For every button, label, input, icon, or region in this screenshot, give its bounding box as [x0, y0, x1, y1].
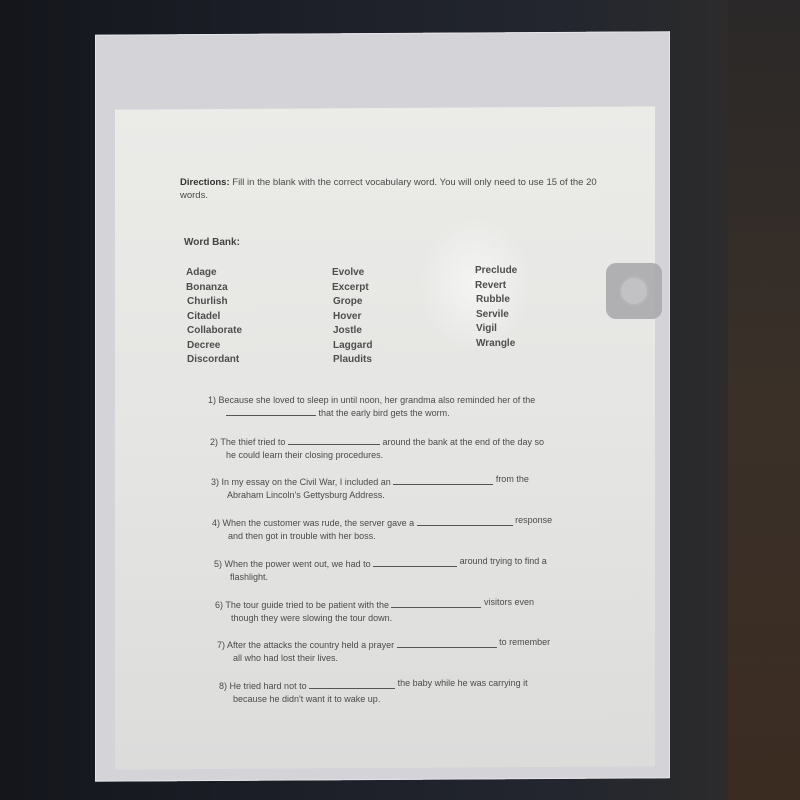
question-text: all who had lost their lives. [233, 653, 339, 663]
answer-blank[interactable] [393, 476, 494, 485]
question-number: 5) [214, 559, 223, 569]
question-number: 4) [212, 518, 221, 528]
question-number: 6) [215, 600, 224, 610]
word-bank-word: Collaborate [187, 325, 243, 336]
word-bank-word: Adage [186, 267, 217, 278]
device-bezel [728, 0, 800, 800]
question-text: to remember [499, 637, 551, 647]
question-text: When the power went out, we had to [224, 559, 371, 569]
question-text: around the bank at the end of the day so [382, 437, 545, 447]
question-3: 3) In my essay on the Civil War, I inclu… [211, 474, 601, 502]
question-text: because he didn't want it to wake up. [233, 694, 381, 704]
word-bank-word: Decree [187, 339, 221, 351]
word-bank-word: Churlish [187, 296, 228, 307]
question-text: The thief tried to [220, 437, 286, 447]
directions-text: Fill in the blank with the correct vocab… [180, 177, 597, 201]
question-text: that the early bird gets the worm. [318, 408, 450, 418]
answer-blank[interactable] [391, 599, 482, 608]
answer-blank[interactable] [309, 680, 396, 689]
word-bank-word: Rubble [476, 294, 510, 305]
directions: Directions: Fill in the blank with the c… [180, 176, 600, 202]
question-text: flashlight. [230, 572, 269, 582]
question-7: 7) After the attacks the country held a … [217, 637, 607, 665]
word-bank-word: Wrangle [476, 337, 516, 349]
question-2: 2) The thief tried to around the bank at… [210, 436, 600, 462]
question-text: from the [495, 474, 529, 484]
question-text: he could learn their closing procedures. [226, 450, 384, 460]
word-bank-word: Plaudits [333, 354, 372, 365]
question-text: When the customer was rude, the server g… [222, 518, 415, 528]
directions-label: Directions: [180, 177, 230, 188]
question-number: 7) [217, 640, 226, 650]
question-text: and then got in trouble with her boss. [228, 531, 376, 541]
question-6: 6) The tour guide tried to be patient wi… [215, 597, 605, 625]
word-bank-word: Hover [333, 310, 362, 322]
word-bank-word: Citadel [187, 310, 221, 322]
answer-blank[interactable] [396, 639, 497, 648]
question-text: around trying to find a [459, 556, 547, 566]
question-number: 3) [211, 477, 220, 487]
answer-blank[interactable] [287, 436, 380, 445]
word-bank-word: Preclude [475, 265, 518, 276]
question-number: 1) [208, 395, 217, 405]
question-text: visitors even [484, 597, 535, 607]
word-bank-word: Jostle [333, 325, 362, 336]
question-text: He tried hard not to [229, 681, 307, 691]
question-number: 2) [210, 437, 219, 447]
word-bank-word: Bonanza [186, 281, 228, 293]
question-text: the baby while he was carrying it [397, 678, 528, 688]
assistive-touch-button[interactable] [606, 263, 662, 319]
question-8: 8) He tried hard not to the baby while h… [219, 678, 609, 706]
word-bank-word: Vigil [476, 323, 497, 334]
question-text: After the attacks the country held a pra… [227, 640, 395, 650]
question-1: 1) Because she loved to sleep in until n… [208, 394, 598, 420]
question-text: Abraham Lincoln's Gettysburg Address. [227, 490, 385, 500]
question-5: 5) When the power went out, we had to ar… [214, 556, 604, 584]
word-bank-column-1: Adage Bonanza Churlish Citadel Collabora… [186, 266, 242, 368]
answer-blank[interactable] [226, 407, 316, 416]
word-bank-column-2: Evolve Excerpt Grope Hover Jostle Laggar… [332, 266, 372, 368]
question-text: The tour guide tried to be patient with … [225, 600, 389, 610]
word-bank-title: Word Bank: [184, 237, 240, 248]
word-bank-column-3: Preclude Revert Rubble Servile Vigil Wra… [475, 264, 517, 351]
word-bank-word: Discordant [187, 354, 240, 365]
word-bank-word: Revert [475, 279, 507, 291]
question-4: 4) When the customer was rude, the serve… [212, 515, 602, 543]
question-text: response [515, 515, 553, 525]
word-bank-word: Evolve [332, 267, 365, 278]
word-bank-word: Excerpt [332, 281, 369, 293]
word-bank-word: Laggard [333, 339, 373, 351]
question-text: though they were slowing the tour down. [231, 613, 393, 623]
answer-blank[interactable] [373, 558, 458, 567]
question-number: 8) [219, 681, 228, 691]
assistive-touch-icon [621, 278, 647, 304]
answer-blank[interactable] [416, 517, 513, 526]
question-text: Because she loved to sleep in until noon… [218, 395, 536, 405]
question-text: In my essay on the Civil War, I included… [221, 477, 391, 487]
word-bank-word: Grope [333, 296, 363, 307]
word-bank-word: Servile [476, 308, 509, 320]
